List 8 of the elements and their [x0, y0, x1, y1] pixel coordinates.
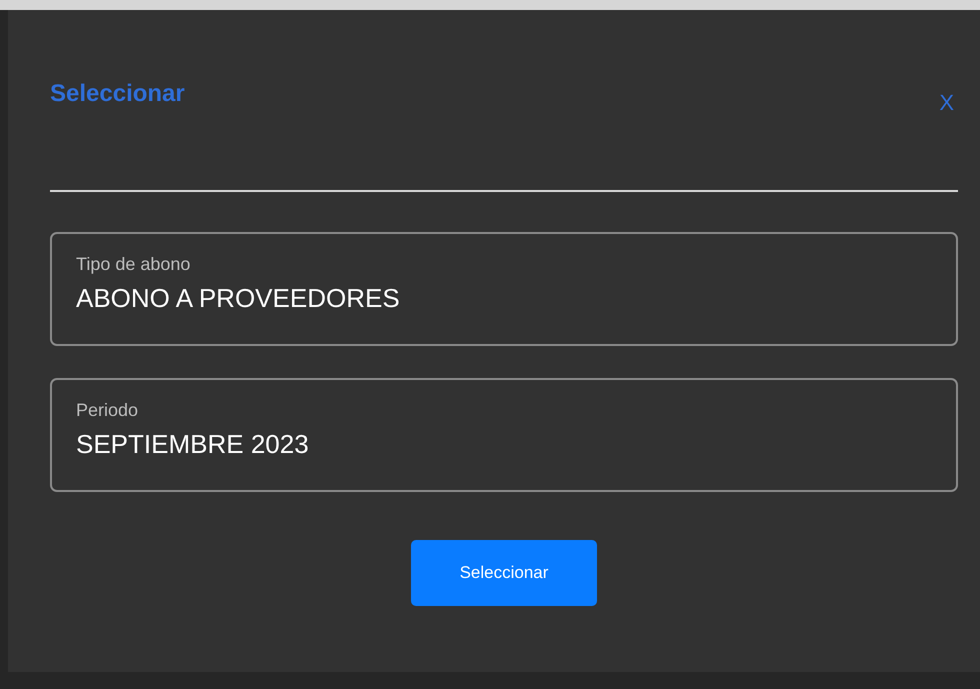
field-value: SEPTIEMBRE 2023 — [76, 429, 310, 460]
field-label: Periodo — [76, 400, 140, 421]
select-button[interactable]: Seleccionar — [411, 540, 597, 606]
select-field[interactable]: Periodo SEPTIEMBRE 2023 — [50, 378, 958, 492]
field-label: Tipo de abono — [76, 254, 192, 275]
select-field[interactable]: Tipo de abono ABONO A PROVEEDORES — [50, 232, 958, 346]
field-value: ABONO A PROVEEDORES — [76, 283, 401, 314]
dialog-title: Seleccionar — [50, 80, 185, 108]
